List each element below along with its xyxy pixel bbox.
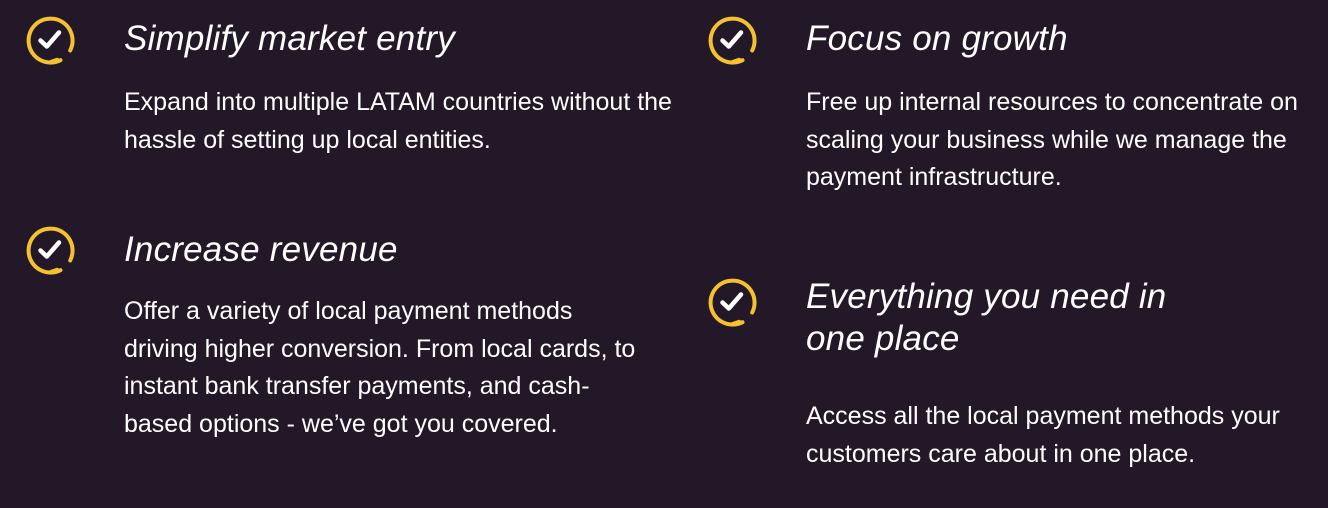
check-circle-icon xyxy=(706,14,758,66)
check-circle-icon xyxy=(24,14,76,66)
feature-title: Increase revenue xyxy=(124,230,398,269)
feature-description: Access all the local payment methods you… xyxy=(806,402,1280,468)
feature-title: Focus on growth xyxy=(806,19,1068,58)
check-circle-icon xyxy=(706,276,758,328)
feature-description: Offer a variety of local payment methods… xyxy=(124,297,636,438)
check-circle-icon xyxy=(24,224,76,276)
feature-title: Simplify market entry xyxy=(124,19,455,58)
feature-description: Free up internal resources to concentrat… xyxy=(806,88,1298,191)
feature-title: Everything you need in one place xyxy=(806,277,1167,358)
feature-description: Expand into multiple LATAM countries wit… xyxy=(124,88,672,154)
